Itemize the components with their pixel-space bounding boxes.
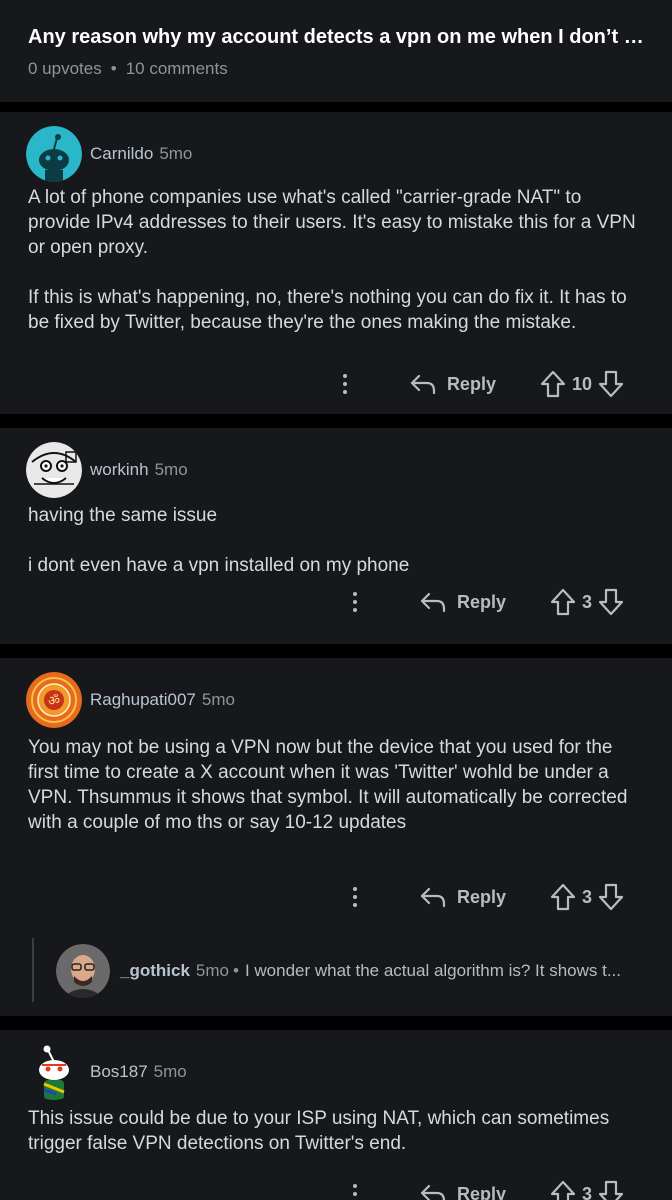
downvote-icon[interactable] — [598, 588, 624, 616]
comment-age: 5mo — [159, 144, 193, 163]
upvote-icon[interactable] — [550, 588, 576, 616]
comment-actions: Reply 3 — [343, 1180, 624, 1200]
photo-avatar-icon — [56, 944, 110, 998]
snoo-avatar-icon — [26, 126, 82, 182]
reply-button[interactable]: Reply — [419, 886, 506, 908]
avatar[interactable]: ॐ — [26, 672, 82, 728]
comment-age: 5mo — [154, 460, 188, 479]
reply-arrow-icon — [420, 887, 446, 908]
comment-paragraph: A lot of phone companies use what's call… — [28, 187, 636, 258]
comment-paragraph: i dont even have a vpn installed on my p… — [28, 555, 410, 576]
meta-separator: • — [110, 59, 117, 78]
reply-label: Reply — [446, 373, 496, 394]
comment: Carnildo 5mo A lot of phone companies us… — [0, 112, 672, 414]
overflow-menu-icon[interactable] — [343, 887, 367, 907]
vote-control: 3 — [550, 1180, 624, 1200]
comment: Bos187 5mo This issue could be due to yo… — [0, 1030, 672, 1200]
username[interactable]: workinh — [90, 460, 149, 480]
reply-button[interactable]: Reply — [419, 591, 506, 613]
reply-arrow-icon — [420, 1184, 445, 1200]
reply-label: Reply — [456, 591, 506, 612]
comment-paragraph: having the same issue — [28, 505, 218, 526]
om-symbol-avatar-icon: ॐ — [26, 672, 82, 728]
vote-count: 3 — [581, 591, 592, 612]
reply-arrow-icon — [410, 374, 436, 395]
snoo-avatar-icon — [26, 1044, 82, 1100]
reply-button[interactable]: Reply — [419, 1183, 506, 1200]
comment-paragraph: This issue could be due to your ISP usin… — [28, 1108, 610, 1154]
comment: workinh 5mo having the same issue i dont… — [0, 428, 672, 644]
overflow-menu-icon[interactable] — [343, 592, 367, 612]
thread-line — [32, 938, 34, 1002]
reply-label: Reply — [456, 1183, 506, 1200]
reply-snippet: I wonder what the actual algorithm is? I… — [244, 961, 622, 980]
vote-control: 3 — [550, 883, 624, 911]
vote-count: 3 — [581, 886, 592, 907]
vote-control: 10 — [540, 370, 624, 398]
avatar[interactable] — [26, 126, 82, 182]
username[interactable]: Carnildo — [90, 144, 153, 164]
username[interactable]: Bos187 — [90, 1062, 148, 1082]
username[interactable]: Raghupati007 — [90, 690, 196, 710]
comment-actions: Reply 3 — [343, 883, 624, 911]
comment-body: having the same issue i dont even have a… — [28, 503, 648, 578]
comment-author: Bos187 5mo — [26, 1044, 187, 1100]
comment-author: ॐ Raghupati007 5mo — [26, 672, 235, 728]
comment-actions: Reply 3 — [343, 588, 624, 616]
comment-author: workinh 5mo — [26, 442, 188, 498]
comment-age: 5mo — [153, 1062, 187, 1081]
comment-paragraph: You may not be using a VPN now but the d… — [28, 737, 628, 833]
comment: ॐ Raghupati007 5mo You may not be using … — [0, 658, 672, 1016]
comment-body: This issue could be due to your ISP usin… — [28, 1106, 648, 1156]
username[interactable]: _gothick — [120, 961, 190, 981]
comment-body: A lot of phone companies use what's call… — [28, 185, 648, 335]
comment-paragraph: If this is what's happening, no, there's… — [28, 287, 627, 333]
reply-button[interactable]: Reply — [409, 373, 496, 395]
vote-count: 3 — [581, 1183, 592, 1200]
reply-arrow-icon — [420, 592, 446, 613]
vote-control: 3 — [550, 588, 624, 616]
upvote-count: 0 upvotes — [28, 59, 102, 78]
comment-age: 5mo — [201, 690, 235, 709]
avatar[interactable] — [56, 944, 110, 998]
comment-age: 5mo — [195, 961, 229, 980]
comment-actions: Reply 10 — [333, 370, 624, 398]
vote-count: 10 — [571, 373, 592, 394]
comment-body: You may not be using a VPN now but the d… — [28, 735, 648, 835]
downvote-icon[interactable] — [598, 1180, 624, 1200]
upvote-icon[interactable] — [550, 883, 576, 911]
downvote-icon[interactable] — [598, 883, 624, 911]
reply-label: Reply — [456, 886, 506, 907]
post-meta: 0 upvotes • 10 comments — [28, 59, 644, 79]
comment-author: Carnildo 5mo — [26, 126, 192, 182]
meme-face-avatar-icon — [26, 442, 82, 498]
post-title[interactable]: Any reason why my account detects a vpn … — [28, 26, 648, 49]
downvote-icon[interactable] — [598, 370, 624, 398]
upvote-icon[interactable] — [550, 1180, 576, 1200]
avatar[interactable] — [26, 442, 82, 498]
svg-text:ॐ: ॐ — [48, 694, 60, 709]
avatar[interactable] — [26, 1044, 82, 1100]
overflow-menu-icon[interactable] — [333, 374, 357, 394]
divider — [0, 102, 672, 112]
overflow-menu-icon[interactable] — [343, 1184, 367, 1200]
collapsed-reply-row[interactable]: _gothick 5mo • I wonder what the actual … — [56, 944, 645, 998]
collapsed-reply[interactable]: _gothick 5mo • I wonder what the actual … — [32, 938, 652, 1002]
post-header: Any reason why my account detects a vpn … — [0, 0, 672, 102]
meta-separator: • — [232, 961, 239, 980]
comment-count: 10 comments — [125, 59, 228, 78]
upvote-icon[interactable] — [540, 370, 566, 398]
